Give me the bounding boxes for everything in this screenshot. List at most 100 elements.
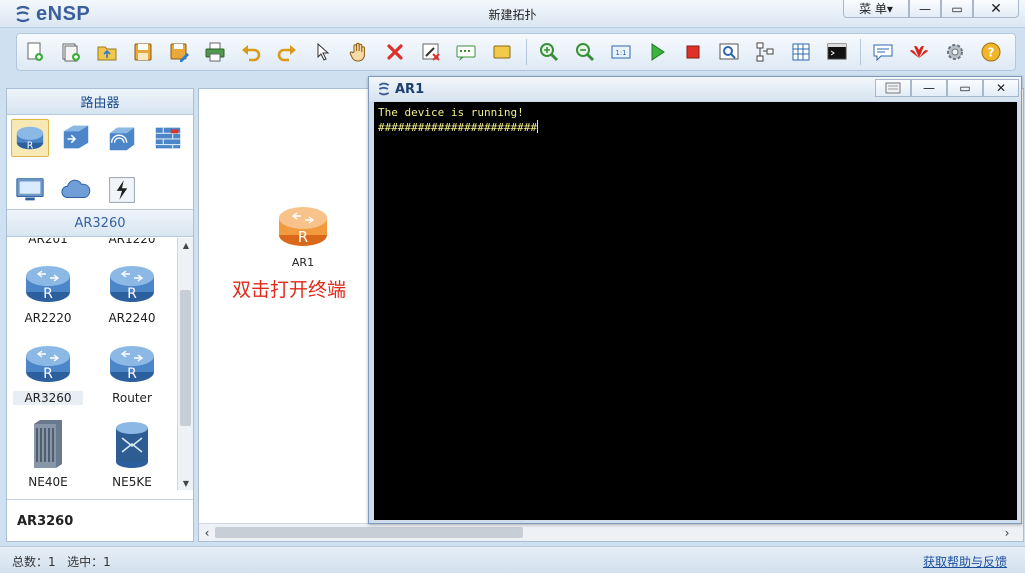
start-device-button[interactable] — [645, 39, 670, 65]
router-category-icon[interactable]: R — [11, 119, 49, 157]
switch-category-icon[interactable] — [57, 119, 95, 157]
terminal-screen[interactable]: The device is running! ##################… — [374, 102, 1017, 520]
topology-button[interactable] — [752, 39, 777, 65]
undo-icon — [241, 45, 261, 62]
device-label: NE40E — [28, 475, 68, 489]
zoom-out-icon — [576, 43, 595, 62]
huawei-button[interactable] — [907, 39, 932, 65]
fit-view-icon: 1:1 — [611, 45, 631, 59]
terminal-window: AR1 — ▭ ✕ The device is running! ########… — [368, 76, 1022, 524]
link-category-icon[interactable] — [103, 171, 141, 209]
new-from-template-icon — [62, 43, 81, 62]
canvas-hint-text: 双击打开终端 — [232, 279, 347, 301]
undo-button[interactable] — [239, 39, 264, 65]
zoom-out-button[interactable] — [573, 39, 598, 65]
ensp-logo-icon — [378, 82, 390, 96]
new-topology-button[interactable] — [23, 39, 48, 65]
select-pointer-button[interactable] — [310, 39, 335, 65]
maximize-button[interactable]: ▭ — [941, 0, 973, 18]
device-label: AR1220 — [108, 238, 156, 246]
device-ar2240[interactable]: R AR2240 — [97, 262, 167, 325]
terminal-minimize-button[interactable]: — — [911, 79, 947, 97]
terminal-close-button[interactable]: ✕ — [983, 79, 1019, 97]
device-ne40e[interactable]: NE40E — [13, 418, 83, 489]
terminal-settings-icon — [885, 82, 901, 94]
wireless-category-icon[interactable] — [103, 119, 141, 157]
device-series-title: AR3260 — [7, 209, 193, 237]
scroll-down-arrow-icon[interactable]: ▼ — [178, 476, 194, 490]
device-label: Router — [112, 391, 152, 405]
device-category-grid: R — [7, 115, 193, 209]
canvas-device-ar1[interactable]: R AR1 — [277, 203, 329, 269]
device-list-scrollbar[interactable]: ▲ ▼ — [177, 238, 193, 490]
open-icon — [97, 46, 117, 61]
settings-button[interactable] — [943, 39, 968, 65]
save-as-button[interactable] — [167, 39, 192, 65]
device-ar201[interactable]: AR201 — [13, 238, 83, 246]
minimize-button[interactable]: — — [909, 0, 941, 18]
device-label: AR3260 — [13, 391, 83, 405]
scroll-thumb[interactable] — [180, 290, 191, 426]
device-ar3260[interactable]: R AR3260 — [13, 342, 83, 405]
help-feedback-link[interactable]: 获取帮助与反馈 — [923, 553, 1007, 570]
grid-icon — [792, 43, 810, 61]
toolbar-separator — [860, 39, 862, 65]
print-button[interactable] — [203, 39, 228, 65]
fit-view-button[interactable]: 1:1 — [609, 39, 634, 65]
pc-category-icon[interactable] — [11, 171, 49, 209]
settings-icon — [947, 44, 964, 60]
scroll-thumb[interactable] — [215, 527, 523, 538]
device-ar2220[interactable]: R AR2220 — [13, 262, 83, 325]
device-label: AR2240 — [108, 311, 156, 325]
terminal-line-with-cursor: ######################## — [378, 120, 1013, 135]
pan-hand-button[interactable] — [346, 39, 371, 65]
device-label: AR2220 — [24, 311, 72, 325]
device-ar1220[interactable]: AR1220 — [97, 238, 167, 246]
help-button[interactable]: ? — [979, 39, 1004, 65]
scroll-left-arrow-icon[interactable]: ‹ — [199, 524, 215, 542]
device-router[interactable]: R Router — [97, 342, 167, 405]
new-from-template-button[interactable] — [59, 39, 84, 65]
terminal-maximize-button[interactable]: ▭ — [947, 79, 983, 97]
close-button[interactable]: ✕ — [973, 0, 1019, 18]
cloud-category-icon[interactable] — [57, 171, 95, 209]
stop-device-button[interactable] — [681, 39, 706, 65]
device-label: NE5KE — [112, 475, 152, 489]
zoom-in-button[interactable] — [537, 39, 562, 65]
svg-text:?: ? — [988, 46, 995, 60]
scroll-up-arrow-icon[interactable]: ▲ — [178, 238, 194, 252]
delete-link-icon — [422, 43, 440, 61]
delete-button[interactable] — [382, 39, 407, 65]
terminal-line: ######################## — [378, 121, 537, 134]
scroll-right-arrow-icon[interactable]: › — [999, 524, 1015, 542]
pan-hand-icon — [349, 42, 365, 62]
status-total: 总数：1 — [12, 555, 56, 569]
chat-button[interactable] — [871, 39, 896, 65]
chat-icon — [873, 44, 893, 62]
device-ne5ke[interactable]: NE5KE — [97, 418, 167, 489]
svg-text:R: R — [43, 366, 53, 382]
capture-button[interactable] — [716, 39, 741, 65]
stop-device-icon — [686, 45, 700, 59]
router-icon: R — [26, 266, 70, 302]
grid-button[interactable] — [788, 39, 813, 65]
firewall-category-icon[interactable] — [149, 119, 187, 157]
terminal-title: AR1 — [395, 82, 425, 97]
save-as-icon — [170, 43, 190, 62]
save-button[interactable] — [131, 39, 156, 65]
terminal-title-bar[interactable]: AR1 — ▭ ✕ — [369, 77, 1021, 101]
terminal-controls: — ▭ ✕ — [875, 79, 1019, 97]
terminal-settings-button[interactable] — [875, 79, 911, 97]
text-note-button[interactable] — [454, 39, 479, 65]
redo-button[interactable] — [274, 39, 299, 65]
menu-button[interactable]: 菜 单▾ — [843, 0, 909, 18]
svg-text:R: R — [127, 286, 137, 302]
chassis-router-icon — [34, 420, 62, 468]
delete-link-button[interactable] — [418, 39, 443, 65]
canvas-horizontal-scrollbar[interactable]: ‹ › — [199, 523, 1023, 541]
palette-rect-button[interactable] — [490, 39, 515, 65]
huawei-icon — [910, 45, 929, 58]
console-button[interactable] — [824, 39, 849, 65]
open-button[interactable] — [95, 39, 120, 65]
delete-icon — [386, 44, 403, 60]
